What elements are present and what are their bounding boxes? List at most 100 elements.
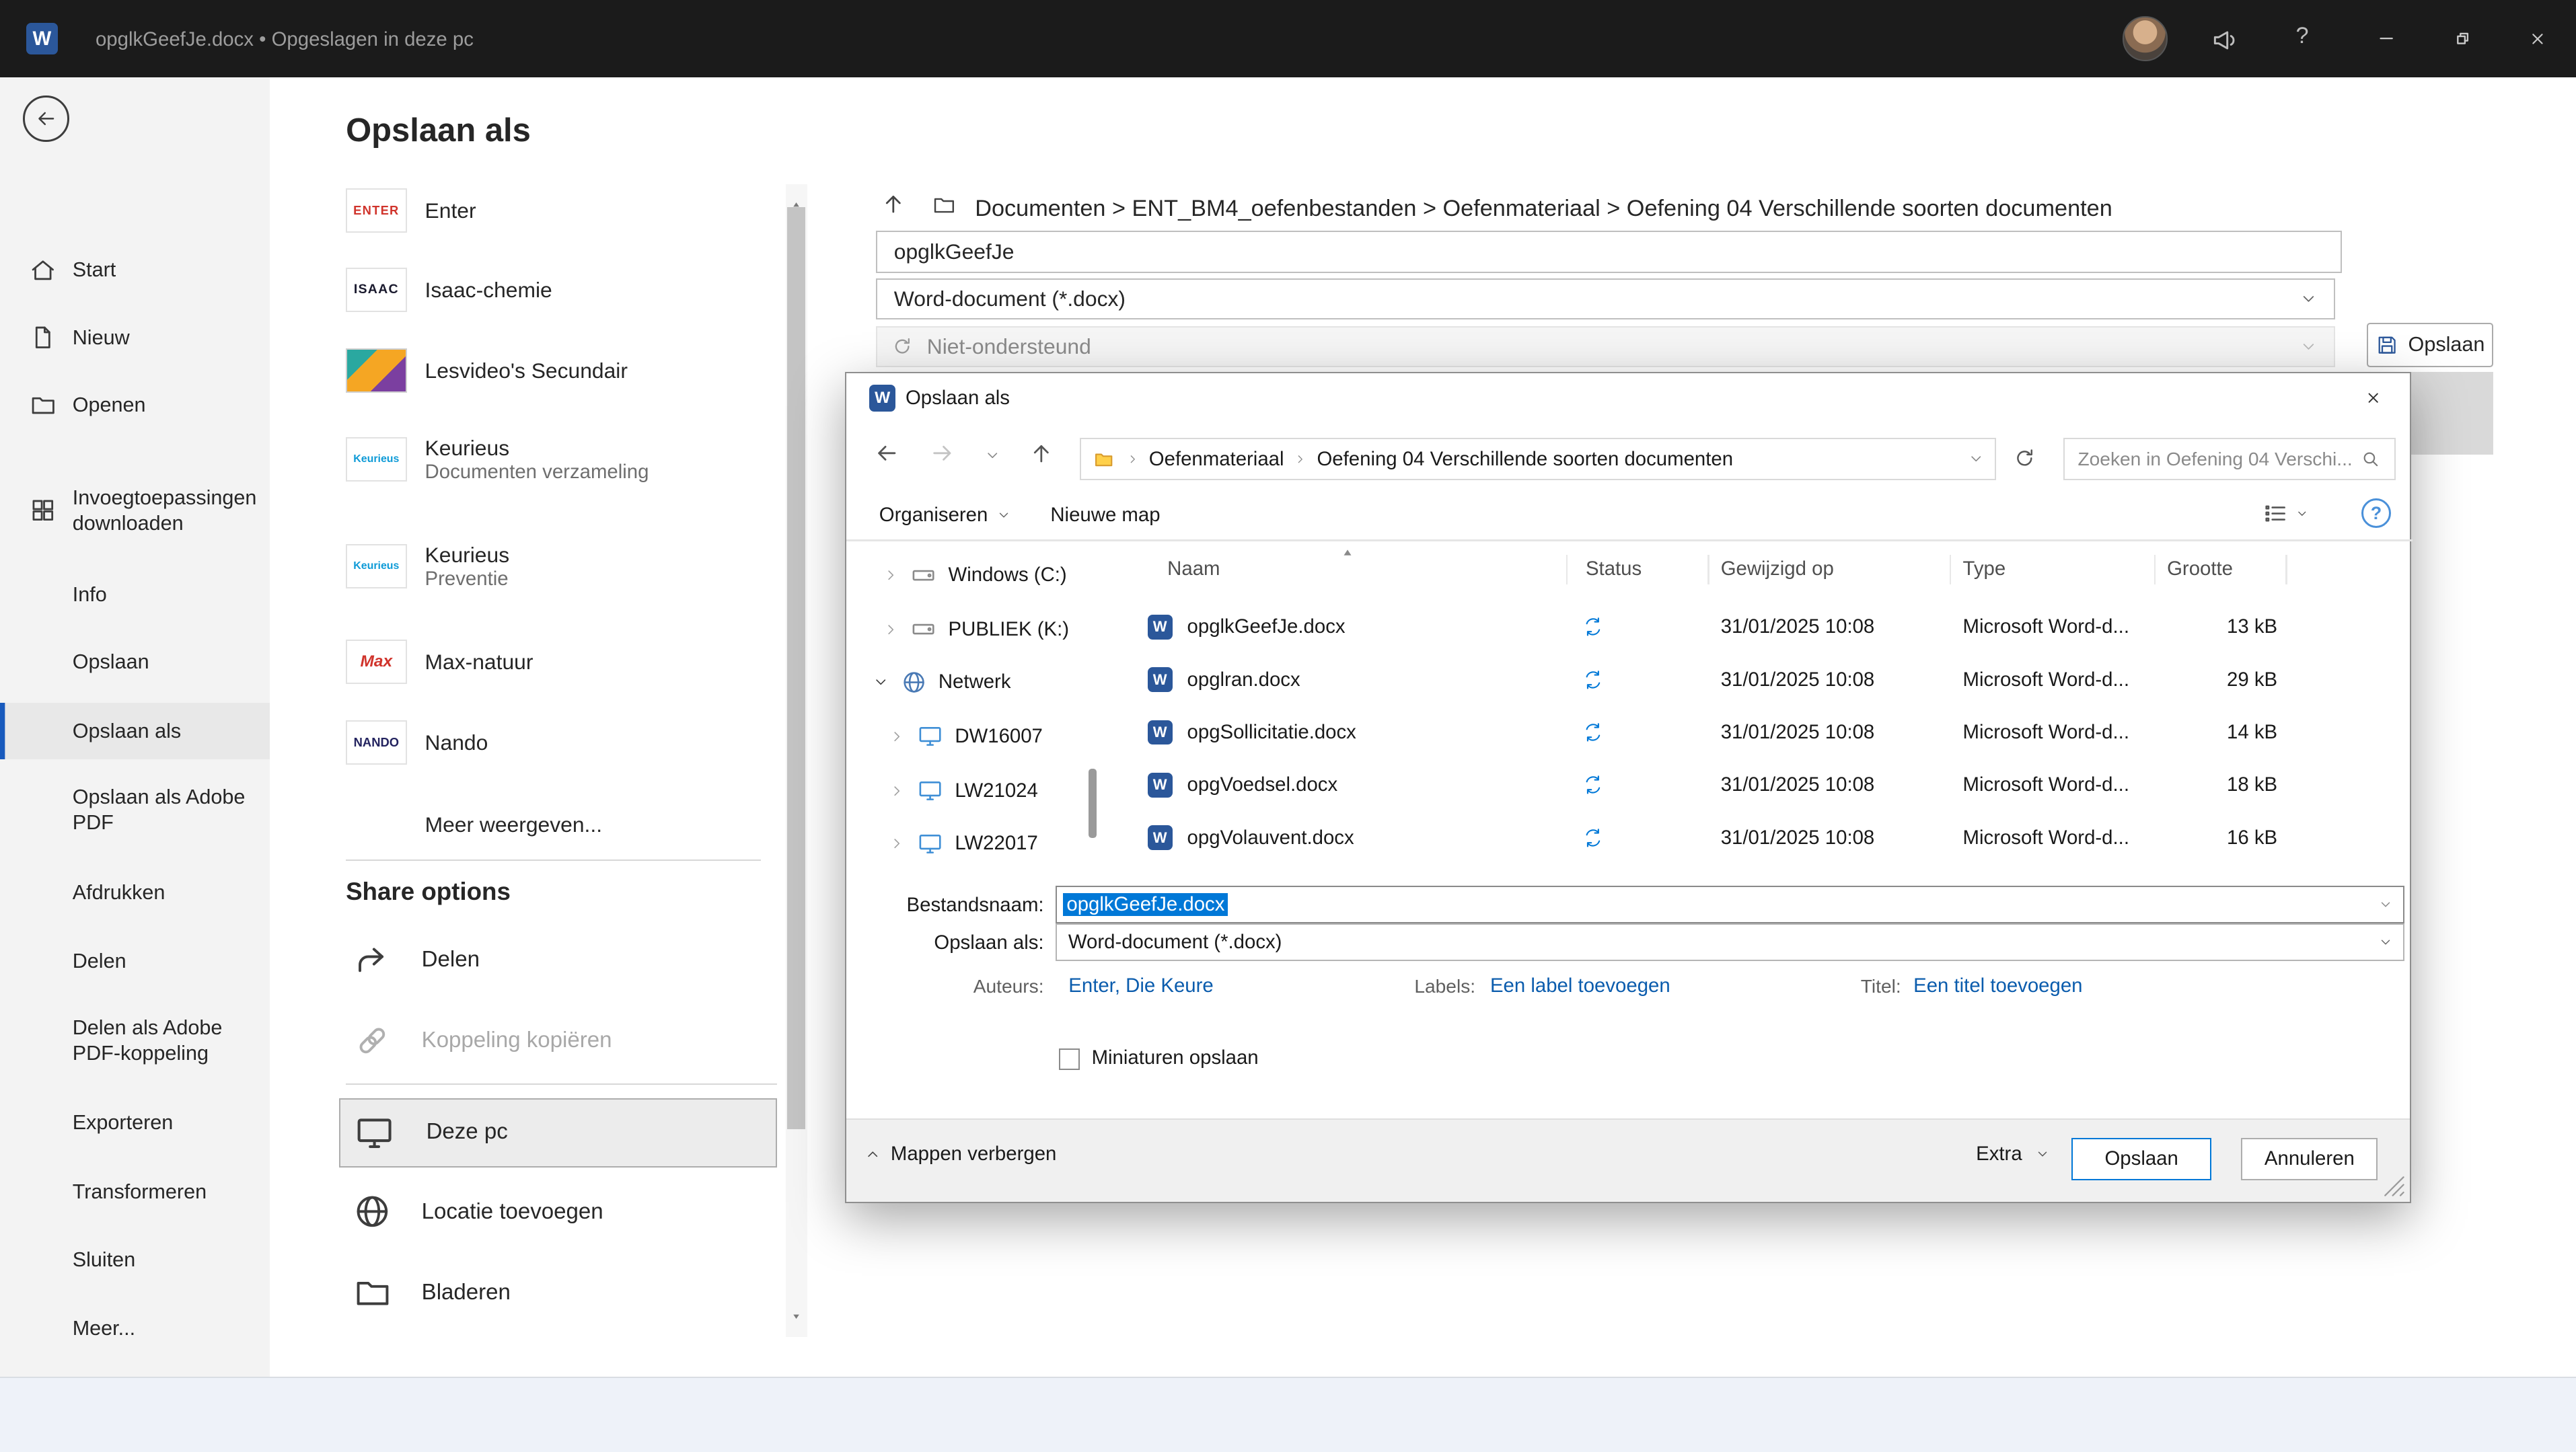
file-row[interactable]: opgSollicitatie.docx 31/01/2025 10:08 Mi… [1115,706,2399,759]
back-button[interactable] [23,95,69,142]
show-more-places[interactable]: Meer weergeven... [425,812,602,837]
help-icon[interactable]: ? [2296,23,2309,49]
tree-scrollbar-thumb[interactable] [1089,769,1097,838]
sync-status-icon [1582,601,1604,653]
share-item-locatie-toevoegen[interactable]: Locatie toevoegen [349,1187,603,1236]
tree-item-windows-c[interactable]: Windows (C:) [883,548,1067,603]
restore-button[interactable] [2424,0,2500,77]
feedback-megaphone-icon[interactable] [2210,25,2240,54]
address-dropdown-chevron-icon[interactable] [1968,451,1984,467]
tree-item-netwerk[interactable]: Netwerk [873,655,1011,710]
file-row[interactable]: opglran.docx 31/01/2025 10:08 Microsoft … [1115,653,2399,705]
sidebar-item-nieuw[interactable]: Nieuw [0,309,270,365]
recent-place-isaac[interactable]: ISAAC Isaac-chemie [346,267,787,313]
address-bar[interactable]: Oefenmateriaal Oefening 04 Verschillende… [1080,438,1995,481]
browse-folder-icon [349,1272,396,1312]
thumbnails-label[interactable]: Miniaturen opslaan [1092,1046,1259,1069]
hide-folders-button[interactable]: Mappen verbergen [864,1143,1057,1166]
sidebar-item-afdrukken[interactable]: Afdrukken [0,864,270,920]
share-icon [349,940,396,980]
new-document-icon [26,309,59,365]
sidebar-item-opslaan[interactable]: Opslaan [0,634,270,689]
column-header-status[interactable]: Status [1586,558,1642,580]
sidebar-item-delen-als-adobe-pdf[interactable]: Delen als Adobe PDF-koppeling [0,999,270,1081]
title-value[interactable]: Een titel toevoegen [1913,975,2082,997]
tree-item-lw22017[interactable]: LW22017 [889,816,1037,871]
chevron-right-icon[interactable] [883,567,899,583]
recent-place-lesvideo[interactable]: Lesvideo's Secundair [346,348,787,394]
sidebar-item-info[interactable]: Info [0,566,270,622]
dialog-save-button[interactable]: Opslaan [2071,1138,2211,1181]
resize-grip[interactable] [2384,1176,2405,1197]
titlebar: opglkGeefJe.docx • Opgeslagen in deze pc… [0,0,2576,77]
nav-up-icon[interactable] [1027,439,1056,467]
breadcrumb[interactable]: Documenten > ENT_BM4_oefenbestanden > Oe… [975,196,2112,222]
sidebar-item-meer[interactable]: Meer... [0,1301,270,1357]
dialog-cancel-button[interactable]: Annuleren [2241,1138,2378,1181]
address-segment[interactable]: Oefenmateriaal [1149,448,1284,471]
backstage-scrollbar[interactable] [786,184,807,1337]
sidebar-item-start[interactable]: Start [0,242,270,298]
backstage-save-button[interactable]: Opslaan [2367,323,2493,367]
column-header-gewijzigd[interactable]: Gewijzigd op [1721,558,1834,580]
sidebar-item-opslaan-als[interactable]: Opslaan als [0,703,270,759]
labels-value[interactable]: Een label toevoegen [1490,975,1670,997]
tree-item-dw16007[interactable]: DW16007 [889,710,1042,764]
organize-menu[interactable]: Organiseren [879,504,1011,527]
recent-place-keurieus-documenten[interactable]: Keurieus Keurieus Documenten verzameling [346,425,787,494]
sidebar-item-invoegtoepassingen[interactable]: Invoegtoepassingen downloaden [0,469,270,551]
filename-input[interactable]: opglkGeefJe [876,231,2342,274]
extra-menu[interactable]: Extra [1976,1143,2050,1166]
authors-value[interactable]: Enter, Die Keure [1068,975,1213,997]
chevron-down-icon [2299,338,2318,356]
share-item-deze-pc[interactable]: Deze pc [339,1098,777,1168]
nav-back-icon[interactable] [873,439,901,467]
sidebar-item-sluiten[interactable]: Sluiten [0,1231,270,1287]
account-avatar[interactable] [2123,16,2167,61]
chevron-right-icon[interactable] [889,783,905,799]
sidebar-item-transformeren[interactable]: Transformeren [0,1164,270,1220]
recent-place-enter[interactable]: ENTER Enter [346,188,787,234]
recent-place-max-natuur[interactable]: Max Max-natuur [346,639,787,685]
chevron-right-icon[interactable] [889,835,905,851]
chevron-right-icon[interactable] [889,728,905,744]
new-folder-button[interactable]: Nieuwe map [1050,504,1160,527]
search-box[interactable]: Zoeken in Oefening 04 Verschi... [2063,438,2396,481]
file-row[interactable]: opgVolauvent.docx 31/01/2025 10:08 Micro… [1115,811,2399,864]
chevron-down-icon[interactable] [873,674,889,690]
up-one-level-icon[interactable] [879,190,908,218]
sidebar-item-opslaan-als-adobe-pdf[interactable]: Opslaan als Adobe PDF [0,769,270,851]
column-header-type[interactable]: Type [1963,558,2006,580]
chevron-down-icon[interactable] [2378,897,2393,912]
filetype-select[interactable]: Word-document (*.docx) [876,278,2335,319]
minimize-button[interactable] [2349,0,2425,77]
nav-history-chevron-icon[interactable] [984,447,1000,463]
tree-item-lw21024[interactable]: LW21024 [889,763,1037,818]
dialog-filetype-select[interactable]: Word-document (*.docx) [1056,923,2404,961]
sidebar-item-openen[interactable]: Openen [0,377,270,433]
address-segment[interactable]: Oefening 04 Verschillende soorten docume… [1317,448,1733,471]
views-button[interactable] [2262,500,2309,527]
file-row[interactable]: opglkGeefJe.docx 31/01/2025 10:08 Micros… [1115,601,2399,653]
column-header-naam[interactable]: Naam [1167,558,1220,580]
dialog-help-icon[interactable]: ? [2361,498,2391,528]
recent-place-keurieus-preventie[interactable]: Keurieus Keurieus Preventie [346,532,787,601]
share-item-bladeren[interactable]: Bladeren [349,1268,511,1317]
share-item-delen[interactable]: Delen [349,935,480,984]
chevron-right-icon[interactable] [883,621,899,638]
file-row[interactable]: opgVoedsel.docx 31/01/2025 10:08 Microso… [1115,759,2399,811]
refresh-icon[interactable] [2012,446,2037,471]
chevron-down-icon[interactable] [2378,935,2393,950]
thumbnails-checkbox[interactable] [1059,1048,1080,1070]
tree-item-publiek-k[interactable]: PUBLIEK (K:) [883,603,1069,657]
column-header-grootte[interactable]: Grootte [2167,558,2233,580]
section-divider [346,1083,777,1085]
sidebar-item-delen[interactable]: Delen [0,933,270,989]
close-button[interactable] [2500,0,2576,77]
scrollbar-thumb[interactable] [787,207,805,1129]
dialog-filename-input[interactable]: opglkGeefJe.docx [1056,886,2404,923]
recent-place-nando[interactable]: NANDO Nando [346,720,787,766]
dialog-close-button[interactable] [2337,373,2410,422]
sidebar-item-exporteren[interactable]: Exporteren [0,1095,270,1151]
authors-label: Auteurs: [895,976,1043,997]
